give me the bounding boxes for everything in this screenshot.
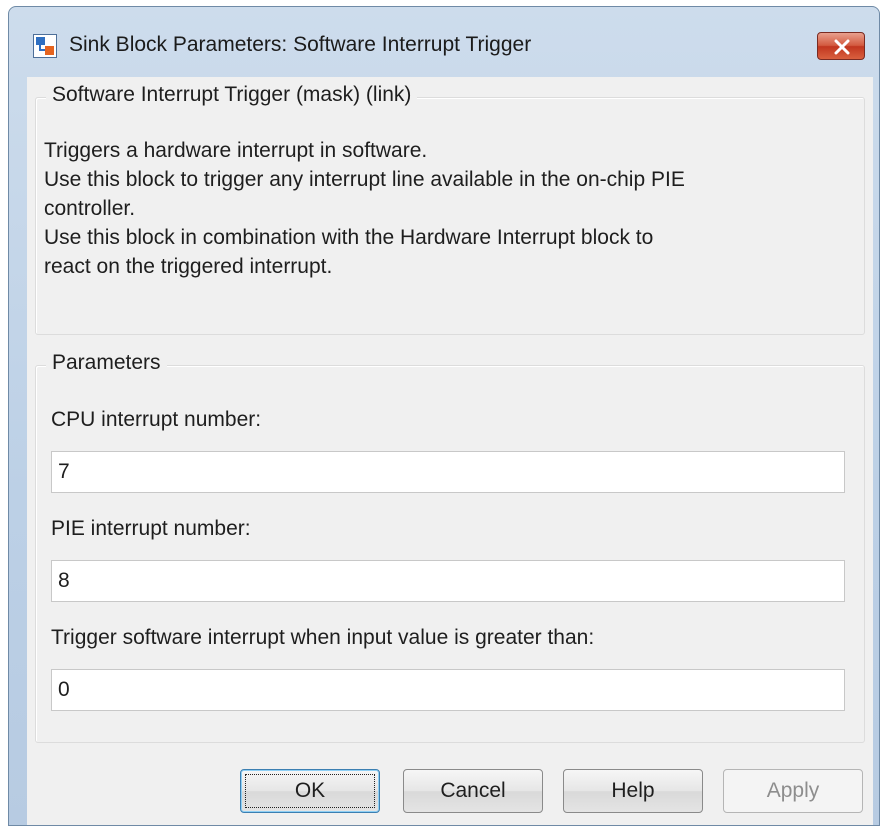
- simulink-block-icon: [33, 34, 57, 58]
- threshold-input[interactable]: [51, 669, 845, 711]
- ok-button[interactable]: OK: [240, 769, 380, 813]
- block-description: Triggers a hardware interrupt in softwar…: [44, 136, 864, 281]
- help-button-label: Help: [611, 779, 655, 802]
- apply-button[interactable]: Apply: [723, 769, 863, 813]
- description-group-title: Software Interrupt Trigger (mask) (link): [46, 83, 418, 107]
- title-bar[interactable]: Sink Block Parameters: Software Interrup…: [9, 7, 879, 77]
- close-icon: [834, 39, 850, 55]
- window-title: Sink Block Parameters: Software Interrup…: [69, 33, 532, 56]
- threshold-label: Trigger software interrupt when input va…: [51, 626, 595, 649]
- parameters-group-title: Parameters: [46, 351, 167, 375]
- description-line: controller.: [44, 197, 136, 220]
- cancel-button[interactable]: Cancel: [403, 769, 543, 813]
- pie-interrupt-number-label: PIE interrupt number:: [51, 517, 251, 540]
- description-line: Use this block to trigger any interrupt …: [44, 168, 685, 191]
- dialog-window: Sink Block Parameters: Software Interrup…: [8, 6, 880, 826]
- cpu-interrupt-number-input[interactable]: [51, 451, 845, 493]
- dialog-body: Software Interrupt Trigger (mask) (link)…: [27, 77, 873, 825]
- description-group: Software Interrupt Trigger (mask) (link)…: [35, 83, 865, 335]
- description-line: Triggers a hardware interrupt in softwar…: [44, 139, 428, 162]
- description-line: Use this block in combination with the H…: [44, 226, 654, 249]
- apply-button-label: Apply: [766, 779, 820, 802]
- help-button[interactable]: Help: [563, 769, 703, 813]
- pie-interrupt-number-input[interactable]: [51, 560, 845, 602]
- parameters-group: Parameters CPU interrupt number: PIE int…: [35, 351, 865, 743]
- cpu-interrupt-number-label: CPU interrupt number:: [51, 408, 262, 431]
- description-line: react on the triggered interrupt.: [44, 255, 333, 278]
- cancel-button-label: Cancel: [440, 779, 506, 802]
- close-button[interactable]: [817, 32, 865, 60]
- ok-button-label: OK: [294, 779, 326, 802]
